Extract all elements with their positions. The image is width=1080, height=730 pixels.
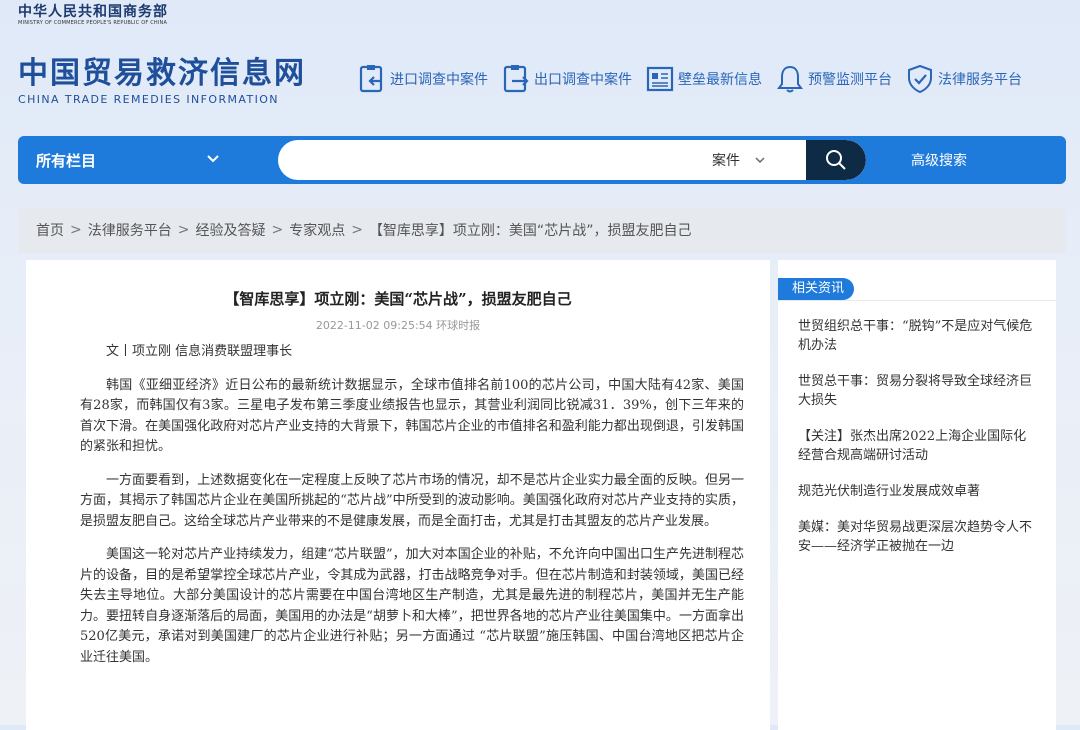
nav-export-cases[interactable]: 出口调查中案件 xyxy=(502,64,632,94)
nav-label: 出口调查中案件 xyxy=(534,72,632,88)
divider xyxy=(778,300,1056,301)
article-author: 文丨项立刚 信息消费联盟理事长 xyxy=(106,344,293,359)
breadcrumb-experience-qa[interactable]: 经验及答疑 xyxy=(195,220,265,240)
nav-warning-platform[interactable]: 预警监测平台 xyxy=(776,64,892,94)
site-logo[interactable]: 中国贸易救济信息网 CHINA TRADE REMEDIES INFORMATI… xyxy=(18,56,306,106)
breadcrumb-home[interactable]: 首页 xyxy=(36,220,64,240)
import-case-icon xyxy=(359,65,383,93)
related-news-item[interactable]: 世贸组织总干事：“脱钩”不是应对气候危机办法 xyxy=(798,317,1038,355)
nav-label: 壁垒最新信息 xyxy=(678,72,762,88)
nav-import-cases[interactable]: 进口调查中案件 xyxy=(358,64,488,94)
breadcrumb-separator: > xyxy=(271,222,284,238)
ministry-logo[interactable]: 中华人民共和国商务部 MINISTRY OF COMMERCE PEOPLE'S… xyxy=(18,4,168,27)
search-input[interactable] xyxy=(298,146,702,176)
nav-legal-platform[interactable]: 法律服务平台 xyxy=(906,64,1022,94)
scope-select[interactable]: 所有栏目 xyxy=(36,136,226,184)
search-bar: 所有栏目 案件 高级搜索 xyxy=(18,136,1066,184)
barrier-info-icon xyxy=(646,66,674,92)
type-select[interactable]: 案件 xyxy=(712,140,766,180)
type-label: 案件 xyxy=(712,153,740,169)
scope-label: 所有栏目 xyxy=(36,151,97,170)
related-news-item[interactable]: 【关注】张杰出席2022上海企业国际化经营合规高端研讨活动 xyxy=(798,427,1038,465)
nav-label: 进口调查中案件 xyxy=(390,72,488,88)
chevron-down-icon xyxy=(755,157,765,164)
nav-label: 法律服务平台 xyxy=(938,72,1022,88)
search-box: 案件 xyxy=(278,140,866,180)
bell-icon xyxy=(777,65,803,93)
site-name-en: CHINA TRADE REMEDIES INFORMATION xyxy=(18,93,279,106)
breadcrumb-separator: > xyxy=(70,222,82,238)
article-body: 文丨项立刚 信息消费联盟理事长 韩国《亚细亚经济》近日公布的最新统计数据显示，全… xyxy=(80,342,744,681)
export-case-icon xyxy=(503,65,529,93)
related-news-item[interactable]: 规范光伏制造行业发展成效卓著 xyxy=(798,482,1038,501)
article-title: 【智库思享】项立刚：美国“芯片战”，损盟友肥自己 xyxy=(224,290,572,308)
breadcrumb-separator: > xyxy=(351,222,363,238)
chevron-down-icon xyxy=(207,155,219,163)
breadcrumb-separator: > xyxy=(177,222,190,238)
top-nav: 进口调查中案件 出口调查中案件 壁垒最新信息 预警监测平台 法律服务平台 xyxy=(358,64,1036,94)
breadcrumb: 首页 > 法律服务平台 > 经验及答疑 > 专家观点 > 【智库思享】项立刚：美… xyxy=(18,207,1066,253)
breadcrumb-expert-views[interactable]: 专家观点 xyxy=(289,220,345,240)
article-paragraph: 一方面要看到，上述数据变化在一定程度上反映了芯片市场的情况，却不是芯片企业实力最… xyxy=(80,472,744,529)
advanced-search-link[interactable]: 高级搜索 xyxy=(911,136,967,184)
related-news-panel: 相关资讯 世贸组织总干事：“脱钩”不是应对气候危机办法 世贸总干事：贸易分裂将导… xyxy=(778,260,1056,730)
search-button[interactable] xyxy=(806,140,866,180)
nav-label: 预警监测平台 xyxy=(808,72,892,88)
related-news-item[interactable]: 世贸总干事：贸易分裂将导致全球经济巨大损失 xyxy=(798,372,1038,410)
ministry-name-cn: 中华人民共和国商务部 xyxy=(18,4,168,20)
article-paragraph: 韩国《亚细亚经济》近日公布的最新统计数据显示，全球市值排名前100的芯片公司，中… xyxy=(80,377,744,455)
nav-barrier-info[interactable]: 壁垒最新信息 xyxy=(646,64,762,94)
article-paragraph: 美国这一轮对芯片产业持续发力，组建“芯片联盟”，加大对本国企业的补贴，不允许向中… xyxy=(80,547,744,665)
related-news-item[interactable]: 美媒：美对华贸易战更深层次趋势令人不安——经济学正被抛在一边 xyxy=(798,518,1038,556)
breadcrumb-current: 【智库思享】项立刚：美国“芯片战”，损盟友肥自己 xyxy=(368,223,692,239)
search-icon xyxy=(826,150,846,170)
related-news-list: 世贸组织总干事：“脱钩”不是应对气候危机办法 世贸总干事：贸易分裂将导致全球经济… xyxy=(798,317,1038,573)
article-panel: 【智库思享】项立刚：美国“芯片战”，损盟友肥自己 2022-11-02 09:2… xyxy=(26,260,770,730)
ministry-name-en: MINISTRY OF COMMERCE PEOPLE'S REPUBLIC O… xyxy=(18,20,168,26)
shield-check-icon xyxy=(908,64,932,94)
site-name-cn: 中国贸易救济信息网 xyxy=(18,56,306,91)
related-news-title: 相关资讯 xyxy=(778,278,855,300)
article-meta: 2022-11-02 09:25:54 环球时报 xyxy=(315,319,481,332)
breadcrumb-legal-platform[interactable]: 法律服务平台 xyxy=(88,220,172,240)
